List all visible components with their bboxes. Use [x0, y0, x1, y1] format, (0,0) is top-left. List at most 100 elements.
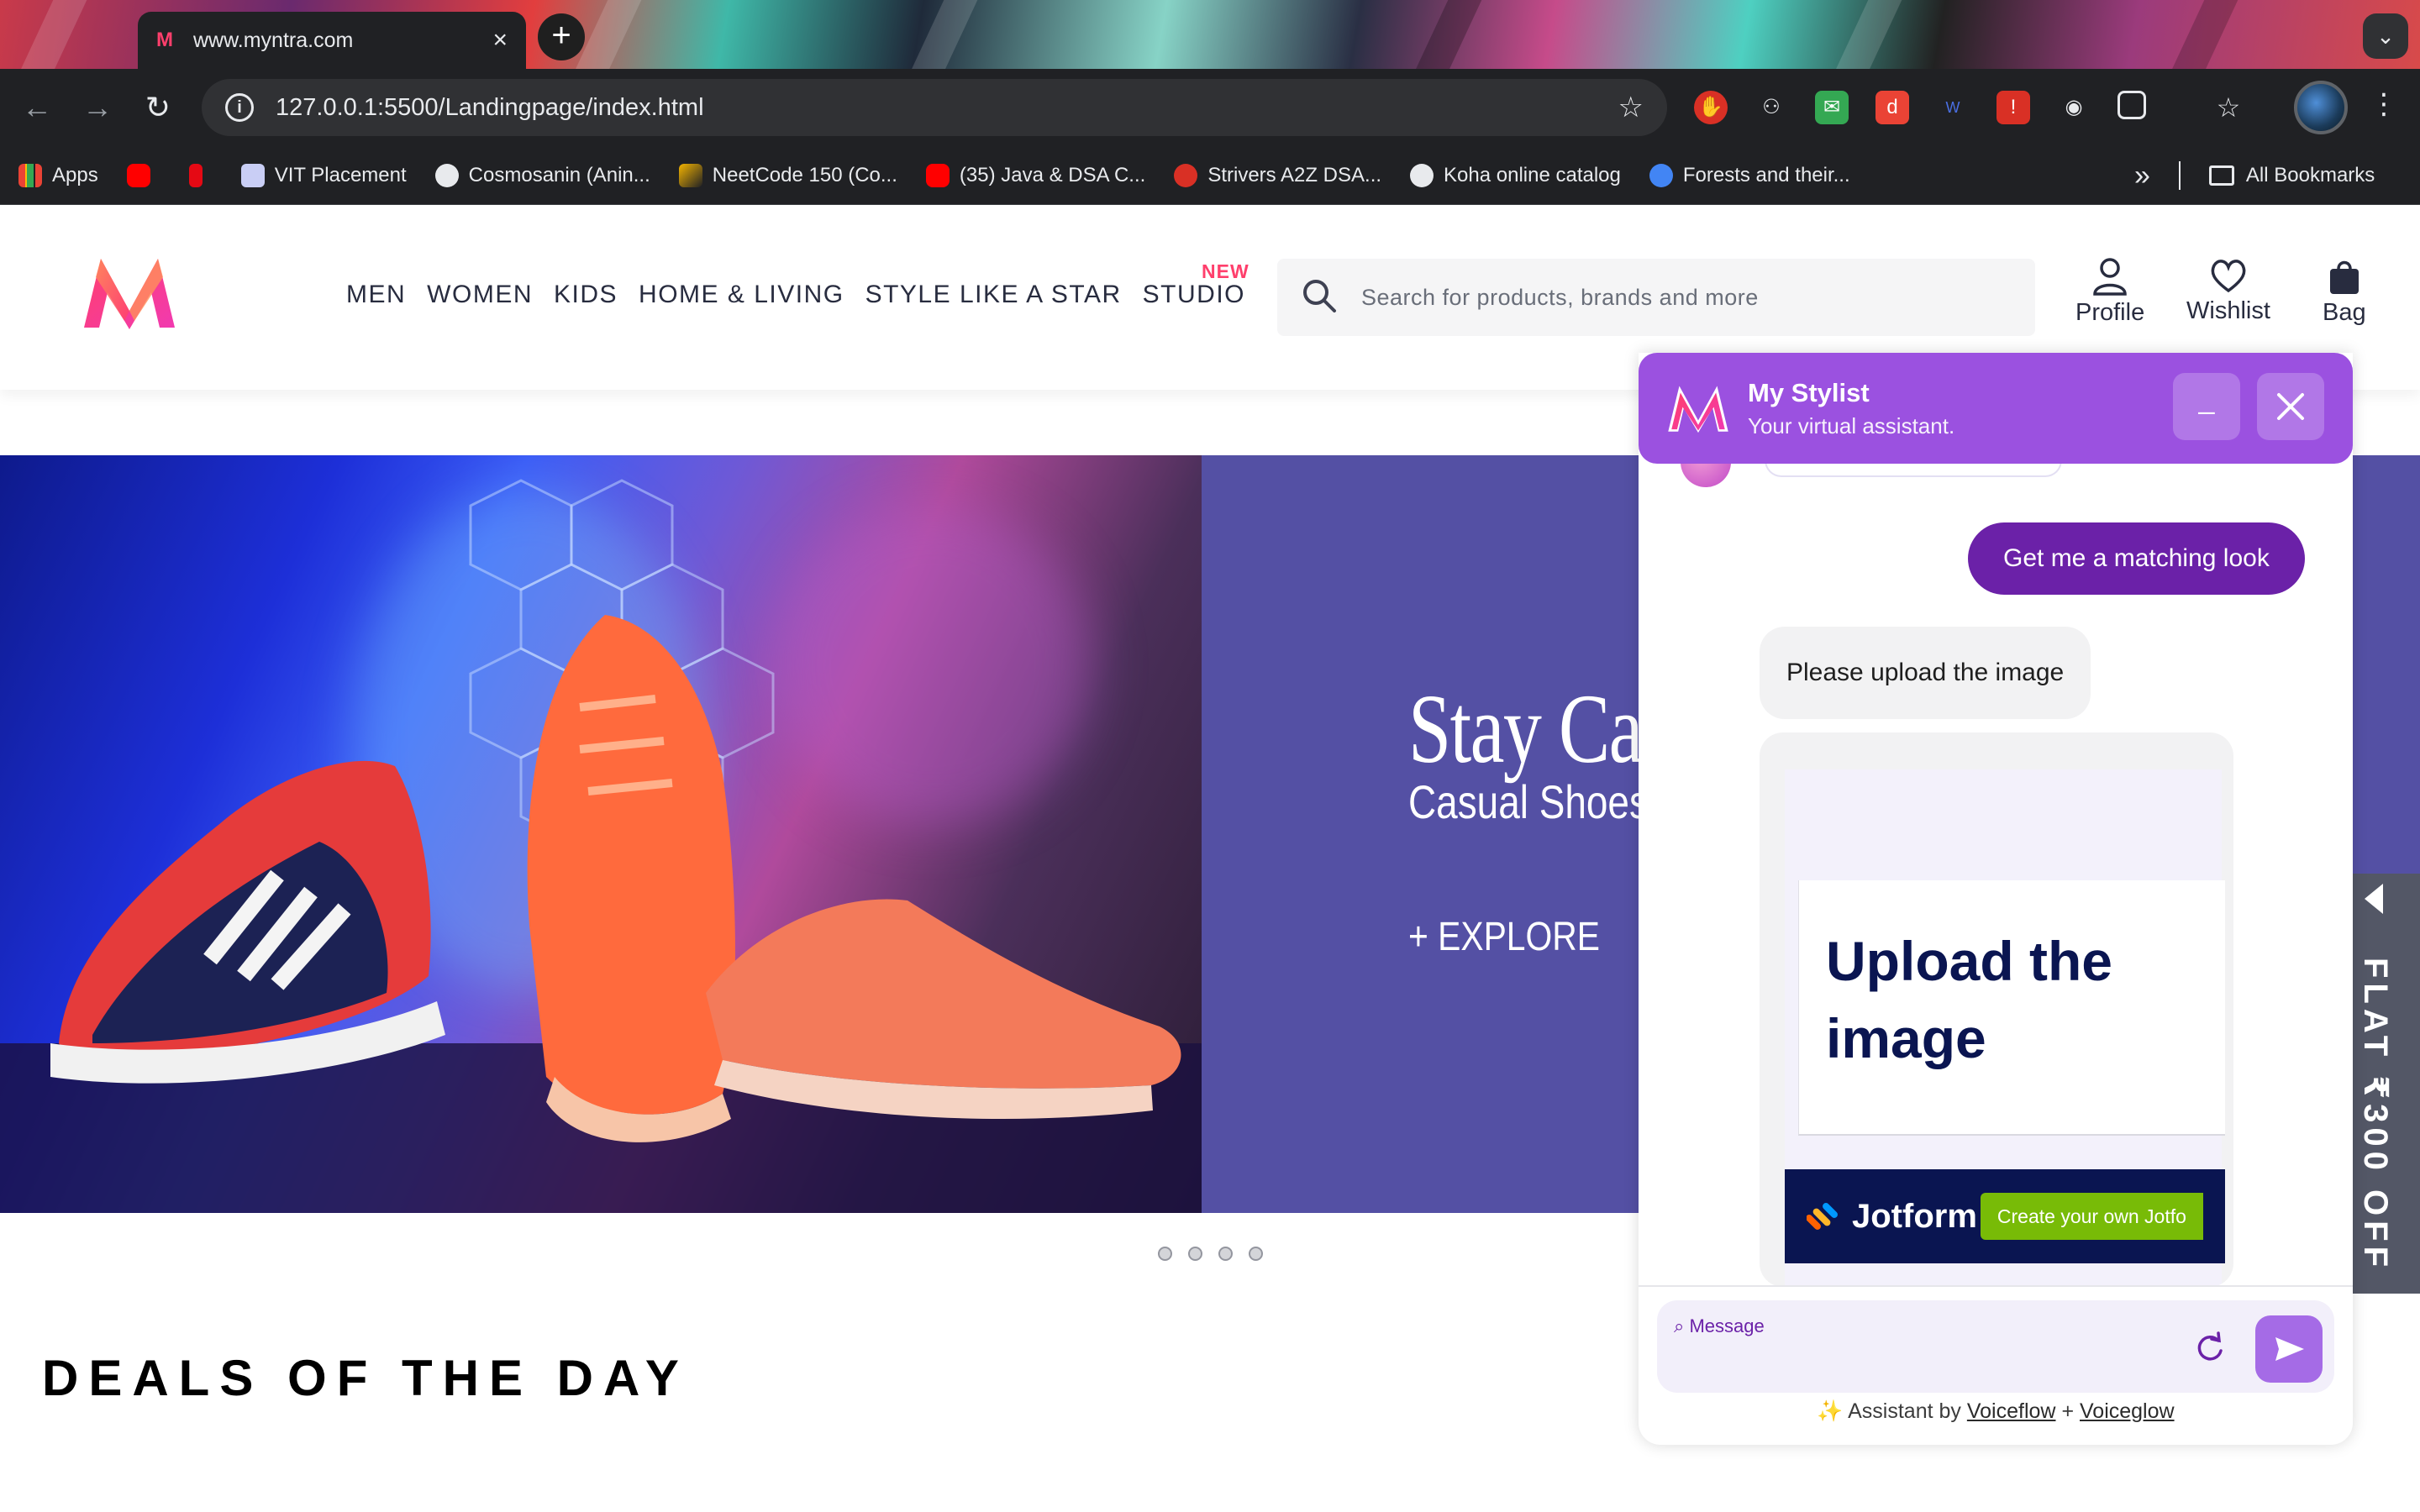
- tab-close-icon[interactable]: ×: [492, 26, 508, 55]
- nav-style-like-a-star[interactable]: STYLE LIKE A STAR: [865, 281, 1122, 309]
- bookmarks-divider: [2178, 161, 2181, 190]
- bookmark-java-dsa[interactable]: (35) Java & DSA C...: [925, 163, 1146, 187]
- nav-studio[interactable]: STUDIO: [1143, 281, 1245, 309]
- chat-subtitle: Your virtual assistant.: [1748, 412, 1955, 438]
- new-badge: NEW: [1202, 260, 1249, 282]
- bookmark-label: (35) Java & DSA C...: [959, 163, 1146, 186]
- wishlist-button[interactable]: Wishlist: [2186, 257, 2270, 325]
- browser-tab-active[interactable]: M www.myntra.com ×: [138, 12, 526, 69]
- profile-icon: [2093, 258, 2127, 296]
- extension-icon[interactable]: !: [1996, 91, 2030, 124]
- neetcode-icon: [678, 163, 702, 187]
- nav-home-living[interactable]: HOME & LIVING: [639, 281, 844, 309]
- new-tab-button[interactable]: +: [538, 13, 585, 60]
- bookmark-apps[interactable]: Apps: [18, 163, 98, 187]
- voiceflow-link[interactable]: Voiceflow: [1967, 1399, 2056, 1423]
- wishlist-label: Wishlist: [2186, 297, 2270, 324]
- adblock-extension-icon[interactable]: ✋: [1694, 91, 1728, 124]
- globe-icon: [1410, 163, 1434, 187]
- carousel-dot[interactable]: [1218, 1247, 1233, 1261]
- create-jotform-button[interactable]: Create your own Jotfo: [1980, 1193, 2203, 1240]
- close-icon: [2277, 393, 2304, 420]
- carousel-dot[interactable]: [1158, 1247, 1172, 1261]
- bookmark-strivers[interactable]: Strivers A2Z DSA...: [1174, 163, 1381, 187]
- forward-icon[interactable]: →: [81, 91, 114, 124]
- reload-icon[interactable]: ↻: [141, 91, 175, 124]
- bookmark-label: NeetCode 150 (Co...: [712, 163, 897, 186]
- message-placeholder: ⌕ Message: [1674, 1315, 1765, 1336]
- bookmarks-bar-right: » All Bookmarks: [2134, 146, 2375, 205]
- extension-icon[interactable]: ✉: [1815, 91, 1849, 124]
- bookmark-neetcode[interactable]: NeetCode 150 (Co...: [678, 163, 897, 187]
- bag-icon: [2329, 260, 2359, 294]
- deals-of-the-day-heading: DEALS OF THE DAY: [42, 1350, 689, 1406]
- carousel-dot[interactable]: [1249, 1247, 1263, 1261]
- arrow-left-icon: [2365, 884, 2383, 914]
- vit-icon: [240, 163, 265, 187]
- assistant-credit: ✨ Assistant by Voiceflow + Voiceglow: [1639, 1399, 2353, 1424]
- back-icon[interactable]: ←: [20, 91, 54, 124]
- extension-icon[interactable]: ⚇: [1754, 91, 1788, 124]
- main-nav: MEN WOMEN KIDS HOME & LIVING STYLE LIKE …: [346, 281, 1266, 309]
- form-header: Upload the image: [1798, 880, 2225, 1136]
- search-input[interactable]: Search for products, brands and more: [1361, 285, 1759, 311]
- bookmark-vit-placement[interactable]: VIT Placement: [240, 163, 407, 187]
- minimize-button[interactable]: _: [2173, 373, 2240, 440]
- sparkle-icon: ✨: [1817, 1399, 1844, 1423]
- site-info-icon[interactable]: i: [225, 93, 254, 122]
- camera-extension-icon[interactable]: ◉: [2057, 91, 2091, 124]
- address-bar[interactable]: i 127.0.0.1:5500/Landingpage/index.html …: [202, 79, 1667, 136]
- bookmark-github[interactable]: Cosmosanin (Anin...: [434, 163, 650, 187]
- bookmark-star-icon[interactable]: ☆: [1618, 91, 1644, 124]
- bookmarks-bar: Apps VIT Placement Cosmosanin (Anin... N…: [0, 146, 2420, 205]
- banner-title: Stay Ca: [1408, 674, 1644, 784]
- voiceglow-link[interactable]: Voiceglow: [2080, 1399, 2175, 1423]
- nav-men[interactable]: MEN: [346, 281, 406, 309]
- myntra-logo[interactable]: [77, 252, 182, 333]
- search-bar[interactable]: Search for products, brands and more: [1277, 259, 2035, 336]
- profile-label: Profile: [2075, 299, 2145, 326]
- send-button[interactable]: [2255, 1315, 2323, 1383]
- bookmark-koha[interactable]: Koha online catalog: [1410, 163, 1621, 187]
- menu-kebab-icon[interactable]: ⋮: [2370, 87, 2398, 121]
- user-message: Get me a matching look: [1968, 522, 2305, 595]
- message-input[interactable]: ⌕ Message: [1657, 1300, 2334, 1393]
- chat-title: My Stylist: [1748, 377, 1870, 407]
- bookmark-youtube[interactable]: [126, 163, 160, 187]
- jotform-brand: Jotform: [1852, 1197, 1977, 1235]
- browser-profile-avatar[interactable]: [2294, 81, 2348, 134]
- upload-form-card[interactable]: Upload the image Jotform Create your own…: [1760, 732, 2233, 1287]
- all-bookmarks-link[interactable]: All Bookmarks: [2246, 164, 2375, 187]
- credit-prefix: Assistant by: [1848, 1399, 1961, 1423]
- youtube-icon: [925, 163, 950, 187]
- profile-button[interactable]: Profile: [2075, 257, 2144, 327]
- forests-icon: [1649, 163, 1673, 187]
- search-icon[interactable]: [1277, 277, 1361, 318]
- bookmarks-star-icon[interactable]: ☆: [2212, 91, 2245, 124]
- address-bar-url: 127.0.0.1:5500/Landingpage/index.html: [276, 93, 704, 121]
- offer-text: FLAT ₹300 OFF: [2357, 958, 2394, 1272]
- folder-icon: [2208, 165, 2234, 186]
- bookmarks-overflow-icon[interactable]: »: [2134, 160, 2150, 192]
- bookmark-netflix[interactable]: [188, 163, 213, 187]
- close-button[interactable]: [2257, 373, 2324, 440]
- bookmark-forests[interactable]: Forests and their...: [1649, 163, 1850, 187]
- credit-plus: +: [2061, 1399, 2075, 1423]
- youtube-icon: [126, 163, 150, 187]
- bag-label: Bag: [2323, 299, 2366, 326]
- banner-explore-link[interactable]: + EXPLORE: [1408, 914, 1600, 960]
- nav-women[interactable]: WOMEN: [427, 281, 533, 309]
- extension-icon[interactable]: d: [1876, 91, 1909, 124]
- bookmark-label: Forests and their...: [1682, 163, 1850, 186]
- extensions-puzzle-icon[interactable]: [2118, 91, 2146, 119]
- carousel-dot[interactable]: [1188, 1247, 1202, 1261]
- bag-button[interactable]: Bag: [2323, 257, 2366, 327]
- extension-icon[interactable]: W: [1936, 91, 1970, 124]
- restart-icon[interactable]: [2193, 1331, 2227, 1364]
- tab-search-button[interactable]: ⌄: [2363, 13, 2408, 59]
- nav-kids[interactable]: KIDS: [554, 281, 618, 309]
- heart-icon: [2211, 260, 2246, 293]
- netflix-icon: [188, 163, 203, 187]
- flat-offer-tab[interactable]: FLAT ₹300 OFF: [2353, 874, 2420, 1294]
- bookmark-label: Cosmosanin (Anin...: [468, 163, 650, 186]
